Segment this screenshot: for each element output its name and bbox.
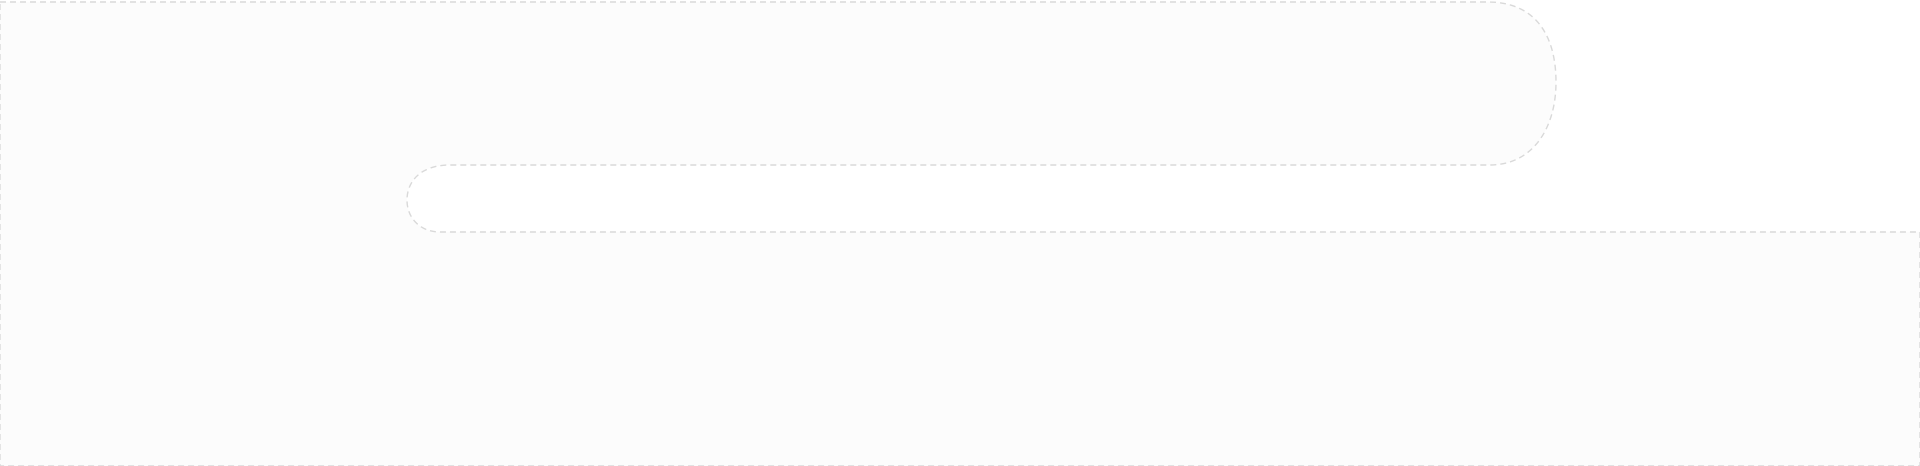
dashed-panel-outline-shape xyxy=(0,1,1920,466)
rounded-ribbon-panel xyxy=(0,1,1920,466)
decorative-background xyxy=(0,0,1920,466)
